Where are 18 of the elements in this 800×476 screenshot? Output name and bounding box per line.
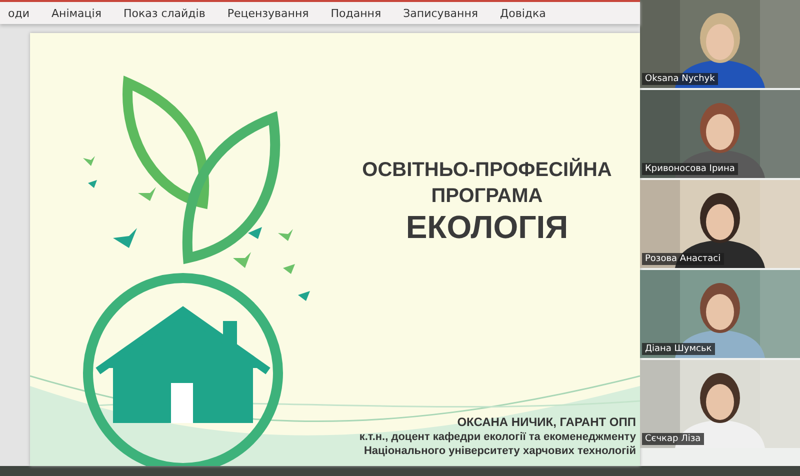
slide-title-line: ПРОГРАМА [431,184,543,209]
participant-name: Кривоносова Ірина [642,163,738,175]
slide-title-line: ОСВІТНЬО-ПРОФЕСІЙНА [362,157,612,183]
ribbon-tab[interactable]: Довідка [492,2,554,24]
participant-name: Сєчкар Ліза [642,433,704,445]
ribbon-tab[interactable]: Показ слайдів [115,2,214,24]
author-university: Національного університету харчових технологій [364,444,636,458]
slide-subject: ЕКОЛОГІЯ [404,209,570,246]
participant-name: Діана Шумськ [642,343,715,355]
author-position: к.т.н., доцент кафедри екології та екоменеджменту [359,430,636,444]
ribbon-tab[interactable]: Рецензування [219,2,317,24]
participant-name: Розова Анастасі [642,253,724,265]
ribbon-tab[interactable]: Записування [395,2,486,24]
participant-name: Oksana Nychyk [642,73,718,85]
ribbon-tab[interactable]: Подання [322,2,390,24]
ribbon-tab[interactable]: Анімація [43,2,110,24]
ribbon-tab[interactable]: оди [0,2,38,24]
author-name: ОКСАНА НИЧИК, ГАРАНТ ОПП [457,415,636,429]
